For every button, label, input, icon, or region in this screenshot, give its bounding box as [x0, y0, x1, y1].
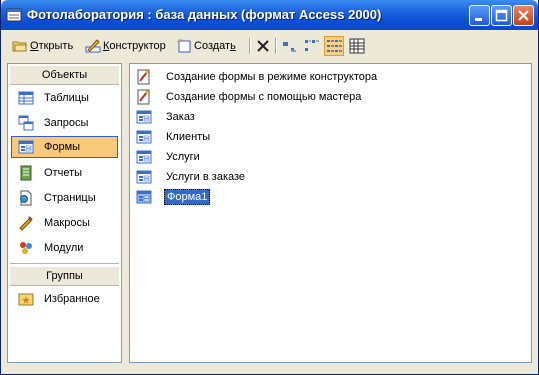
table-icon [18, 91, 34, 105]
list-item-label: Услуги [166, 151, 200, 163]
form-icon [18, 140, 34, 154]
list-item-create-wizard[interactable]: Создание формы с помощью мастера [136, 88, 363, 106]
list-item-form[interactable]: Заказ [136, 108, 197, 126]
list-item-label: Клиенты [166, 131, 211, 143]
favorites-icon [18, 293, 34, 306]
window-title: Фотолаборатория : база данных (формат Ac… [27, 7, 382, 22]
toolbar-separator [249, 38, 251, 54]
list-item-label: Форма1 [164, 189, 211, 205]
database-icon [6, 8, 22, 22]
form-icon [136, 110, 152, 124]
maximize-icon [495, 9, 508, 22]
minimize-icon [475, 18, 482, 21]
create-accesskey: ь [230, 40, 236, 52]
macro-icon [19, 216, 33, 231]
large-icons-button[interactable] [280, 36, 300, 56]
list-item-form[interactable]: Услуги в заказе [136, 168, 247, 186]
minimize-button[interactable] [469, 5, 490, 26]
close-button[interactable] [513, 5, 534, 26]
object-pages[interactable]: Страницы [12, 187, 119, 209]
details-view-button[interactable] [347, 36, 367, 56]
list-view-icon [327, 40, 342, 52]
design-button[interactable]: Конструктор [85, 36, 166, 56]
delete-button[interactable] [253, 36, 273, 56]
large-icons-icon [283, 42, 296, 52]
object-forms[interactable]: Формы [11, 136, 118, 158]
object-modules[interactable]: Модули [12, 237, 119, 259]
object-label: Запросы [44, 117, 89, 129]
form-icon [136, 190, 152, 204]
toolbar-separator [275, 38, 277, 54]
database-window: Фотолаборатория : база данных (формат Ac… [0, 0, 539, 375]
groups-header[interactable]: Группы [10, 267, 119, 286]
toolbar: Открыть Конструктор Создать [4, 34, 535, 58]
small-icons-button[interactable] [302, 36, 322, 56]
small-icons-icon [305, 40, 319, 51]
list-item-form[interactable]: Клиенты [136, 128, 212, 146]
create-label: Создат [194, 40, 231, 52]
list-item-form-selected[interactable]: Форма1 [136, 188, 211, 206]
maximize-button[interactable] [491, 5, 512, 26]
object-label: Таблицы [44, 92, 89, 104]
object-label: Формы [44, 141, 81, 153]
object-reports[interactable]: Отчеты [12, 162, 119, 184]
page-icon [20, 190, 32, 206]
report-icon [20, 165, 32, 181]
object-label: Модули [44, 242, 84, 254]
list-item-create-design[interactable]: Создание формы в режиме конструктора [136, 68, 379, 86]
list-item-label: Создание формы в режиме конструктора [166, 71, 378, 83]
group-favorites[interactable]: Избранное [12, 288, 119, 310]
object-label: Макросы [44, 217, 90, 229]
open-button[interactable]: Открыть [12, 36, 73, 56]
list-view-button[interactable] [324, 36, 344, 56]
objects-bar: Объекты Таблицы Запросы Формы Отчеты Стр… [7, 63, 122, 363]
form-icon [136, 130, 152, 144]
design-icon [85, 39, 101, 53]
open-label: ткрыть [38, 40, 74, 52]
form-icon [136, 150, 152, 164]
create-button[interactable]: Создать [176, 36, 236, 56]
open-accesskey: О [30, 40, 39, 52]
wizard-icon [137, 89, 150, 105]
close-icon [518, 10, 529, 21]
form-icon [136, 170, 152, 184]
object-label: Страницы [44, 192, 96, 204]
group-label: Избранное [44, 293, 100, 305]
new-object-icon [176, 38, 191, 53]
object-tables[interactable]: Таблицы [12, 87, 119, 109]
design-label: онструктор [109, 40, 166, 52]
list-item-label: Создание формы с помощью мастера [166, 91, 362, 103]
groups-divider [10, 263, 119, 264]
module-icon [20, 242, 32, 254]
object-label: Отчеты [44, 167, 83, 179]
list-item-form[interactable]: Услуги [136, 148, 202, 166]
title-bar[interactable]: Фотолаборатория : база данных (формат Ac… [1, 0, 538, 30]
delete-icon [257, 40, 269, 52]
details-view-icon [349, 38, 365, 54]
list-item-label: Заказ [166, 111, 195, 123]
object-list: Создание формы в режиме конструктора Соз… [129, 63, 532, 363]
wizard-icon [137, 69, 150, 85]
open-folder-icon [12, 41, 27, 52]
object-macros[interactable]: Макросы [12, 212, 119, 234]
object-queries[interactable]: Запросы [12, 112, 119, 134]
list-item-label: Услуги в заказе [166, 171, 246, 183]
query-icon [18, 115, 34, 131]
objects-header[interactable]: Объекты [10, 66, 119, 85]
